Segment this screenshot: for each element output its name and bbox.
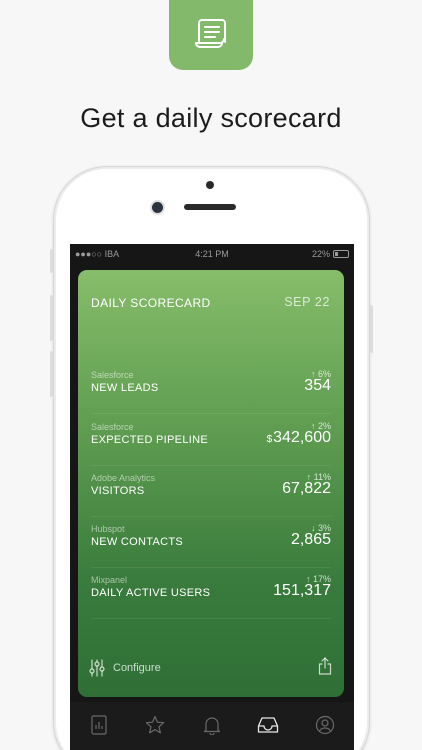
scorecard-document-icon [195, 19, 226, 48]
metric-number: 151,317 [273, 582, 331, 599]
metric-source: Salesforce [91, 422, 134, 432]
phone-volume-down [50, 351, 53, 397]
tab-inbox[interactable] [240, 710, 296, 740]
phone-frame: ●●●○○ IBA 4:21 PM 22% DAILY SCORECARD SE… [50, 166, 373, 750]
inbox-icon [257, 717, 279, 733]
sliders-icon [89, 659, 105, 677]
phone-screen: ●●●○○ IBA 4:21 PM 22% DAILY SCORECARD SE… [70, 244, 354, 750]
phone-sensor [206, 181, 214, 189]
metric-value: 151,317 [272, 582, 331, 600]
star-icon [145, 715, 165, 734]
app-icon-badge [169, 0, 253, 70]
bell-icon [203, 717, 221, 735]
tab-favorites[interactable] [127, 710, 183, 740]
phone-silent-switch [50, 249, 53, 273]
metric-row-expected-pipeline[interactable]: Salesforce EXPECTED PIPELINE ↑ 2% $342,6… [91, 416, 331, 466]
metric-row-daily-active-users[interactable]: Mixpanel DAILY ACTIVE USERS ↑ 17% 151,31… [91, 569, 331, 619]
configure-label: Configure [113, 662, 161, 674]
tab-bar [70, 702, 354, 750]
metric-row-visitors[interactable]: Adobe Analytics VISITORS ↑ 11% 67,822 [91, 467, 331, 517]
metric-label: DAILY ACTIVE USERS [91, 587, 211, 599]
configure-button[interactable]: Configure [89, 657, 161, 679]
status-bar: ●●●○○ IBA 4:21 PM 22% [70, 244, 354, 264]
tab-profile[interactable] [297, 710, 353, 740]
metric-source: Salesforce [91, 370, 134, 380]
reports-icon [91, 715, 107, 735]
metric-value: $342,600 [267, 429, 331, 447]
battery-icon [333, 250, 349, 258]
metric-value: 354 [303, 377, 331, 395]
scorecard-title: DAILY SCORECARD [91, 296, 211, 310]
metric-label: EXPECTED PIPELINE [91, 434, 208, 446]
scorecard-date: SEP 22 [284, 295, 330, 309]
metric-value: 67,822 [281, 480, 331, 498]
phone-volume-up [50, 295, 53, 341]
share-button[interactable] [318, 657, 332, 680]
metric-label: VISITORS [91, 485, 145, 497]
phone-speaker [184, 204, 236, 210]
metric-prefix: $ [266, 434, 273, 445]
metric-source: Adobe Analytics [91, 473, 156, 483]
headline: Get a daily scorecard [80, 103, 342, 133]
phone-power-button [370, 305, 373, 353]
phone-front-camera [152, 202, 163, 213]
metric-number: 67,822 [282, 480, 331, 497]
metric-source: Hubspot [91, 524, 125, 534]
metric-value: 2,865 [290, 531, 331, 549]
tab-notifications[interactable] [184, 710, 240, 740]
metric-row-new-leads[interactable]: Salesforce NEW LEADS ↑ 6% 354 [91, 364, 331, 414]
metric-row-new-contacts[interactable]: Hubspot NEW CONTACTS ↓ 3% 2,865 [91, 518, 331, 568]
metric-number: 2,865 [290, 531, 331, 548]
tab-reports[interactable] [71, 710, 127, 740]
profile-icon [315, 715, 335, 735]
share-icon [318, 657, 332, 675]
scorecard-card: DAILY SCORECARD SEP 22 Salesforce NEW LE… [78, 270, 344, 697]
metric-number: 354 [304, 377, 331, 394]
metric-source: Mixpanel [91, 575, 128, 585]
metric-label: NEW CONTACTS [91, 536, 184, 548]
metric-number: 342,600 [273, 429, 331, 446]
metric-label: NEW LEADS [91, 382, 159, 394]
status-battery-percent: 22% [311, 249, 330, 259]
